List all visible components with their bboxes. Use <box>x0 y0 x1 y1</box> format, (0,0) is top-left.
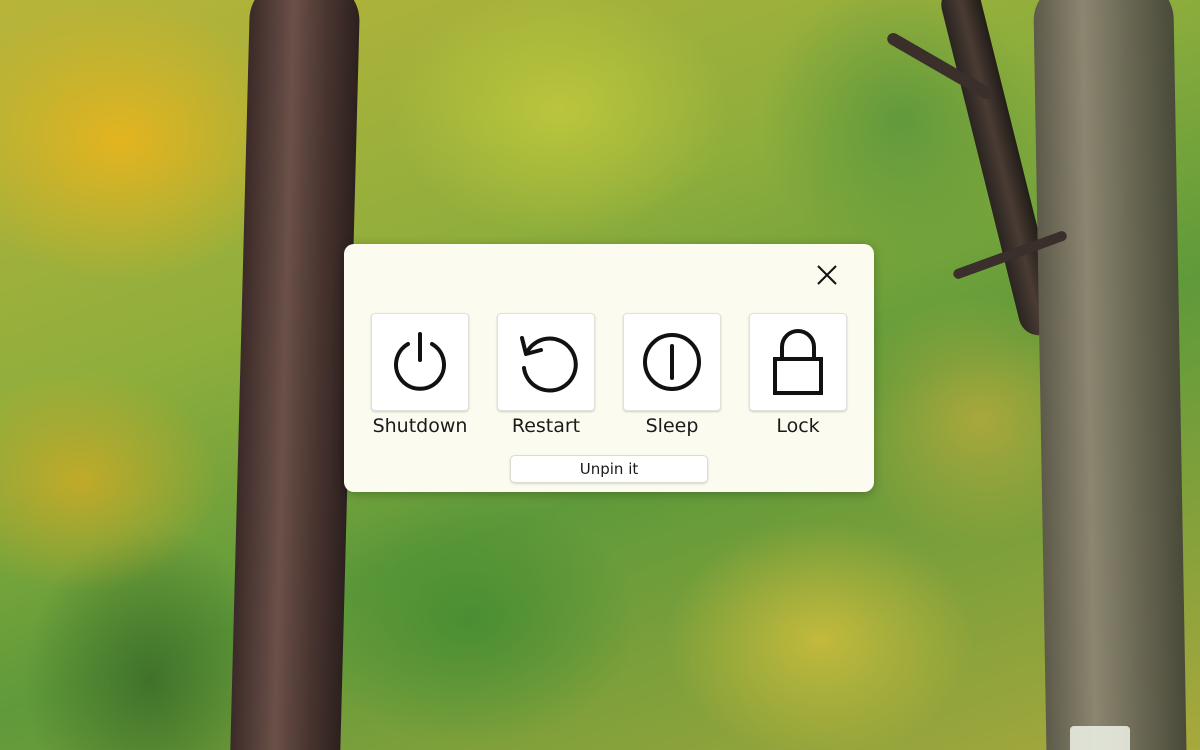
close-icon <box>817 265 837 285</box>
sleep-button[interactable]: Sleep <box>622 313 722 437</box>
lock-icon <box>773 329 823 395</box>
lock-label: Lock <box>776 415 820 437</box>
shutdown-button[interactable]: Shutdown <box>370 313 470 437</box>
restart-label: Restart <box>511 415 581 437</box>
unpin-button[interactable]: Unpin it <box>510 455 708 483</box>
desktop-corner-widget <box>1070 726 1130 750</box>
restart-tile[interactable] <box>497 313 595 411</box>
shutdown-tile[interactable] <box>371 313 469 411</box>
sleep-label: Sleep <box>645 415 699 437</box>
sleep-icon <box>643 333 701 391</box>
tree-trunk-left <box>229 0 361 750</box>
power-options-dialog: Shutdown Restart Sleep Lock Unpin it <box>344 244 874 492</box>
restart-button[interactable]: Restart <box>496 313 596 437</box>
tree-trunk-right <box>1033 0 1187 750</box>
power-actions: Shutdown Restart Sleep Lock <box>370 313 848 437</box>
restart-icon <box>520 336 578 393</box>
desktop-wallpaper: Shutdown Restart Sleep Lock Unpin it <box>0 0 1200 750</box>
lock-button[interactable]: Lock <box>748 313 848 437</box>
power-icon <box>394 332 446 391</box>
lock-tile[interactable] <box>749 313 847 411</box>
close-button[interactable] <box>810 258 844 292</box>
sleep-tile[interactable] <box>623 313 721 411</box>
shutdown-label: Shutdown <box>372 415 468 437</box>
